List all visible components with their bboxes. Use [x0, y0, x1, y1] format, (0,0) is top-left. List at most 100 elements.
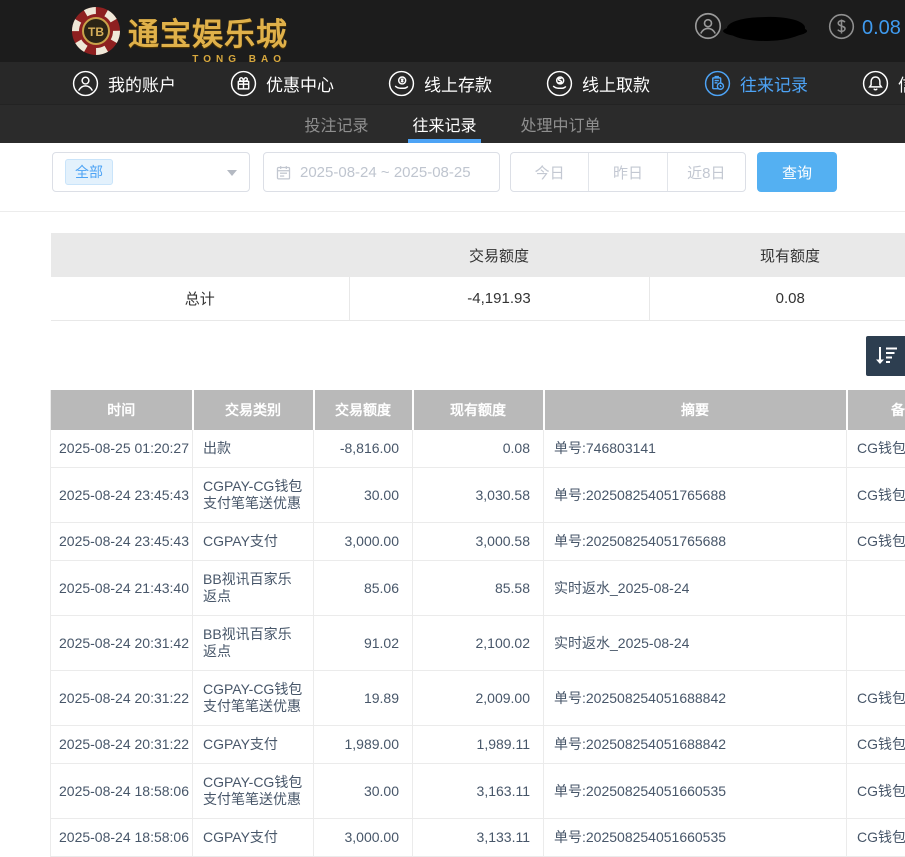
amount-cell: 85.06	[314, 561, 413, 616]
user-icon	[72, 70, 99, 97]
summary-cell: 单号:202508254051765688	[544, 523, 847, 561]
transactions-header-row: 时间 交易类别 交易额度 现有额度 摘要 备注	[51, 390, 905, 430]
balance-amount: 0.08	[862, 17, 901, 39]
summary-header-balance: 现有额度	[649, 233, 905, 277]
type-cell: BB视讯百家乐返点	[193, 561, 314, 616]
yesterday-button[interactable]: 昨日	[588, 153, 666, 191]
remark-cell	[847, 616, 905, 671]
remark-cell: CG钱包	[847, 671, 905, 726]
gift-icon	[230, 70, 257, 97]
tab-betting-records[interactable]: 投注记录	[300, 105, 372, 143]
bell-icon	[862, 70, 889, 97]
col-header-summary: 摘要	[544, 390, 847, 430]
transactions-tbody: 2025-08-25 01:20:27出款-8,816.000.08单号:746…	[51, 430, 905, 857]
top-bar: TB 通宝娱乐城 TONG BAO 0.08RMB	[0, 0, 905, 62]
date-range-input[interactable]: 2025-08-24 ~ 2025-08-25	[263, 152, 500, 192]
record-tabs: 投注记录 往来记录 处理中订单	[0, 104, 905, 143]
type-cell: CGPAY-CG钱包支付笔笔送优惠	[193, 671, 314, 726]
main-navigation: 我的账户 优惠中心 线上存款 线上取款 往来记录 信息公告	[0, 62, 905, 104]
col-header-time: 时间	[51, 390, 193, 430]
brand-logo[interactable]: TB 通宝娱乐城 TONG BAO	[70, 5, 288, 57]
quick-date-group: 今日 昨日 近8日	[510, 152, 746, 192]
remark-cell: CG钱包	[847, 764, 905, 819]
tab-pending-orders[interactable]: 处理中订单	[517, 105, 605, 143]
table-row: 2025-08-24 23:45:43CGPAY支付3,000.003,000.…	[51, 523, 905, 561]
table-row: 2025-08-24 18:58:06CGPAY-CG钱包支付笔笔送优惠30.0…	[51, 764, 905, 819]
col-header-type: 交易类别	[193, 390, 314, 430]
nav-item-deposit[interactable]: 线上存款	[388, 70, 492, 97]
remark-cell: CG钱包-24	[847, 430, 905, 468]
withdraw-icon	[546, 70, 573, 97]
summary-total-row: 总计 -4,191.93 0.08	[51, 277, 905, 320]
type-select[interactable]: 全部	[52, 152, 250, 192]
records-icon	[704, 70, 731, 97]
nav-item-withdraw[interactable]: 线上取款	[546, 70, 650, 97]
time-cell: 2025-08-24 20:31:22	[51, 726, 193, 764]
type-cell: CGPAY支付	[193, 726, 314, 764]
balance-cell: 1,989.11	[413, 726, 544, 764]
summary-header-transaction: 交易额度	[349, 233, 649, 277]
table-row: 2025-08-24 20:31:22CGPAY支付1,989.001,989.…	[51, 726, 905, 764]
tab-transaction-records[interactable]: 往来记录	[408, 105, 480, 143]
time-cell: 2025-08-24 18:58:06	[51, 819, 193, 857]
calendar-icon	[275, 164, 292, 181]
time-cell: 2025-08-24 21:43:40	[51, 561, 193, 616]
amount-cell: -8,816.00	[314, 430, 413, 468]
transactions-table: 时间 交易类别 交易额度 现有额度 摘要 备注 2025-08-25 01:20…	[50, 390, 905, 857]
amount-cell: 3,000.00	[314, 819, 413, 857]
nav-item-my-account[interactable]: 我的账户	[72, 70, 176, 97]
balance-cell: 2,009.00	[413, 671, 544, 726]
type-cell: 出款	[193, 430, 314, 468]
balance-display[interactable]: 0.08RMB	[862, 17, 905, 40]
summary-cell: 单号:202508254051660535	[544, 819, 847, 857]
time-cell: 2025-08-24 23:45:43	[51, 523, 193, 561]
nav-item-records[interactable]: 往来记录	[704, 70, 808, 97]
sort-descending-button[interactable]	[866, 336, 905, 376]
summary-header-empty	[51, 233, 349, 277]
table-row: 2025-08-25 01:20:27出款-8,816.000.08单号:746…	[51, 430, 905, 468]
summary-table: 交易额度 现有额度 总计 -4,191.93 0.08	[51, 233, 905, 321]
table-row: 2025-08-24 20:31:42BB视讯百家乐返点91.022,100.0…	[51, 616, 905, 671]
col-header-balance: 现有额度	[413, 390, 544, 430]
chevron-down-icon	[227, 170, 237, 176]
summary-cell: 单号:746803141	[544, 430, 847, 468]
type-select-value: 全部	[65, 159, 113, 185]
sort-descending-icon	[873, 344, 899, 368]
balance-cell: 3,133.11	[413, 819, 544, 857]
summary-cell: 单号:202508254051660535	[544, 764, 847, 819]
table-row: 2025-08-24 21:43:40BB视讯百家乐返点85.0685.58实时…	[51, 561, 905, 616]
nav-item-announcements[interactable]: 信息公告	[862, 70, 905, 97]
summary-transaction-total: -4,191.93	[349, 277, 649, 320]
brand-title: 通宝娱乐城	[128, 9, 288, 54]
balance-cell: 3,163.11	[413, 764, 544, 819]
time-cell: 2025-08-25 01:20:27	[51, 430, 193, 468]
time-cell: 2025-08-24 20:31:22	[51, 671, 193, 726]
deposit-icon	[388, 70, 415, 97]
nav-item-promotions[interactable]: 优惠中心	[230, 70, 334, 97]
type-cell: CGPAY支付	[193, 523, 314, 561]
table-row: 2025-08-24 23:45:43CGPAY-CG钱包支付笔笔送优惠30.0…	[51, 468, 905, 523]
last-8-days-button[interactable]: 近8日	[667, 153, 745, 191]
amount-cell: 1,989.00	[314, 726, 413, 764]
date-range-value: 2025-08-24 ~ 2025-08-25	[300, 164, 471, 181]
table-row: 2025-08-24 18:58:06CGPAY支付3,000.003,133.…	[51, 819, 905, 857]
summary-cell: 单号:202508254051688842	[544, 726, 847, 764]
col-header-remark: 备注	[847, 390, 905, 430]
amount-cell: 30.00	[314, 468, 413, 523]
user-avatar-icon[interactable]	[694, 12, 722, 45]
balance-cell: 2,100.02	[413, 616, 544, 671]
summary-balance-total: 0.08	[649, 277, 905, 320]
balance-cell: 3,030.58	[413, 468, 544, 523]
time-cell: 2025-08-24 20:31:42	[51, 616, 193, 671]
section-divider	[0, 211, 905, 212]
svg-text:TB: TB	[88, 25, 104, 39]
type-cell: CGPAY支付	[193, 819, 314, 857]
remark-cell: CG钱包	[847, 523, 905, 561]
today-button[interactable]: 今日	[511, 153, 588, 191]
search-button[interactable]: 查询	[757, 152, 837, 192]
summary-cell: 单号:202508254051688842	[544, 671, 847, 726]
remark-cell	[847, 561, 905, 616]
type-cell: BB视讯百家乐返点	[193, 616, 314, 671]
col-header-amount: 交易额度	[314, 390, 413, 430]
time-cell: 2025-08-24 23:45:43	[51, 468, 193, 523]
